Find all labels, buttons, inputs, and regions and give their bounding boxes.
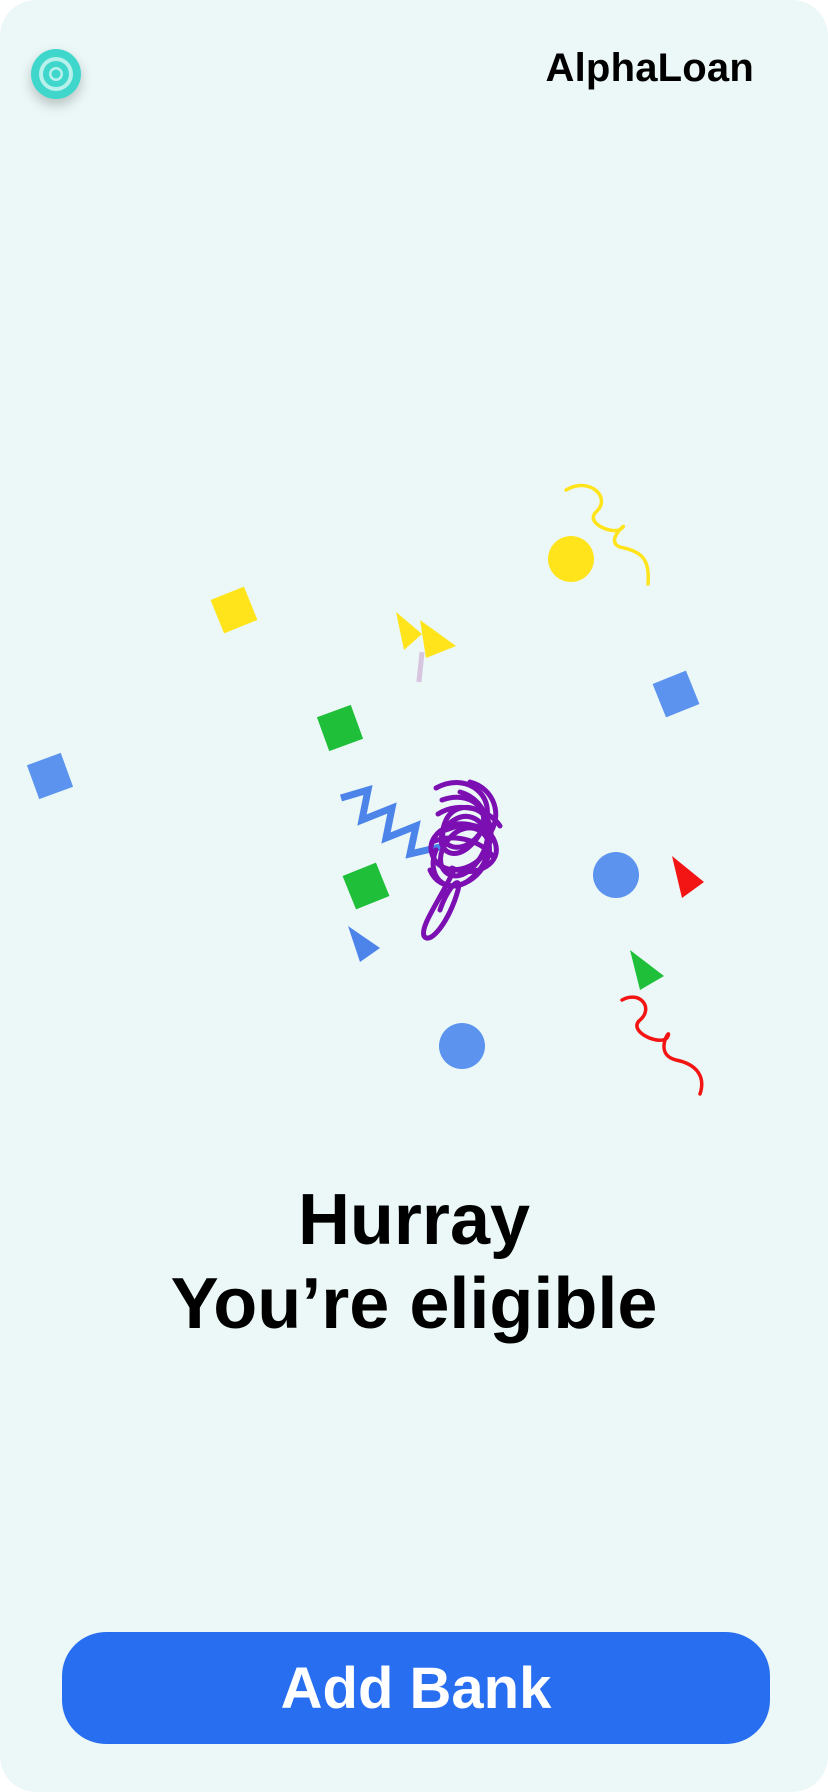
eligibility-screen: AlphaLoan Hurray You’re eligible Add Ban…: [0, 0, 828, 1792]
yellow-square: [210, 586, 258, 634]
purple-scribble: [421, 779, 503, 941]
yellow-triangle: [396, 612, 422, 650]
blue-square: [652, 670, 700, 718]
green-triangle: [630, 950, 664, 990]
blue-zigzag: [340, 784, 445, 859]
target-icon[interactable]: [30, 48, 82, 100]
headline-line-1: Hurray: [297, 1180, 531, 1260]
app-brand-title: AlphaLoan: [545, 46, 754, 90]
green-square: [316, 704, 364, 752]
add-bank-button[interactable]: Add Bank: [62, 1632, 770, 1744]
eligibility-headline: Hurray You’re eligible: [0, 1178, 828, 1346]
confetti-illustration: [26, 483, 704, 1096]
headline-line-2: You’re eligible: [170, 1264, 658, 1344]
lavender-dash: [416, 651, 425, 683]
yellow-triangle: [420, 620, 456, 658]
blue-triangle: [348, 926, 380, 962]
yellow-circle: [548, 536, 594, 582]
red-triangle: [672, 856, 704, 898]
blue-circle: [593, 852, 639, 898]
red-squiggle: [620, 995, 704, 1096]
green-square: [342, 862, 390, 910]
blue-square: [26, 752, 74, 800]
blue-circle: [439, 1023, 485, 1069]
